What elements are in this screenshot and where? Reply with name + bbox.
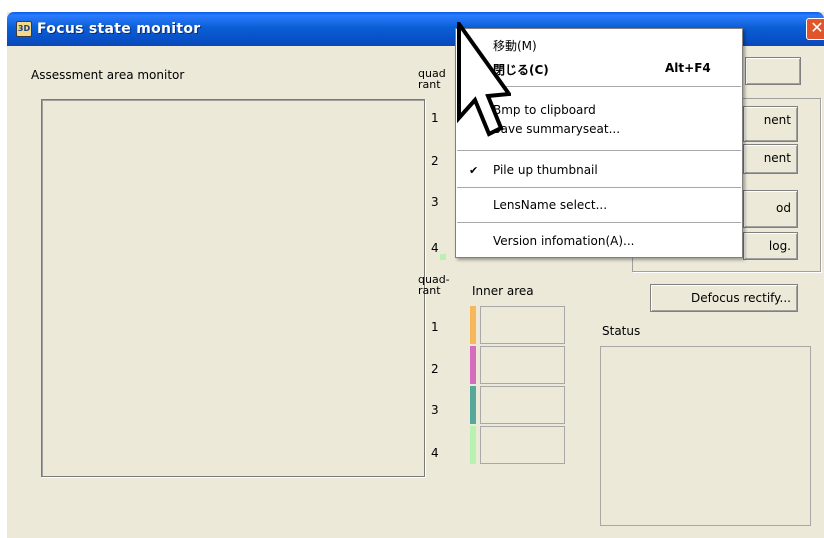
inner-quadrant-label-2: 2 [431,362,439,376]
menu-item-pile-up-thumbnail-label: Pile up thumbnail [493,163,598,177]
menu-item-lensname-select[interactable]: LensName select... [457,193,741,217]
quadrant-header-inner: quad- rant [418,273,450,297]
log-button-label: log. [768,239,791,253]
arrow-cursor-icon [457,22,511,137]
inner-area-box-3 [480,386,565,424]
defocus-rectify-button-label: Defocus rectify... [691,291,791,305]
close-icon[interactable]: ✕ [806,18,824,40]
defocus-rectify-button[interactable]: Defocus rectify... [650,284,798,312]
quadrant-label-4: 4 [431,241,439,255]
menu-item-lensname-select-label: LensName select... [493,198,608,212]
quadrant-label-2: 2 [431,154,439,168]
log-button[interactable]: log. [743,232,798,260]
inner-area-box-2 [480,346,565,384]
inner-quadrant-label-3: 3 [431,403,439,417]
menu-item-save-summary-label: Save summaryseat... [493,122,621,136]
assessment-button-1[interactable]: nent [743,106,798,142]
quadrant-header-top: quad rant [418,67,446,91]
status-label: Status [602,324,641,338]
menu-item-version-info[interactable]: Version infomation(A)... [457,229,741,253]
quadrant-label-3: 3 [431,195,439,209]
menu-separator [457,187,741,188]
quadrant-4-color-bar [470,426,476,464]
assessment-button-1-label: nent [763,113,791,127]
inner-quadrant-label-1: 1 [431,320,439,334]
menu-item-pile-up-thumbnail[interactable]: ✔ Pile up thumbnail [457,158,741,182]
assessment-area-label: Assessment area monitor [31,68,185,82]
menu-item-close-shortcut: Alt+F4 [665,61,711,75]
quadrant-4-color-bar-top [440,254,446,260]
inner-area-box-4 [480,426,565,464]
menu-separator [457,222,741,223]
app-icon: 3D [16,21,32,37]
assessment-area-monitor [41,99,425,477]
assessment-button-2[interactable]: nent [743,144,798,174]
method-button-label: od [776,201,791,215]
inner-area-box-1 [480,306,565,344]
inner-quadrant-label-4: 4 [431,446,439,460]
checkmark-icon: ✔ [469,164,479,177]
method-button[interactable]: od [743,190,798,228]
status-box [600,346,811,526]
quadrant-1-color-bar [470,306,476,344]
assessment-button-2-label: nent [763,151,791,165]
inner-area-label: Inner area [472,284,534,298]
window-title: Focus state monitor [37,21,201,37]
menu-separator [457,150,741,151]
top-right-button[interactable] [745,57,801,85]
quadrant-3-color-bar [470,386,476,424]
menu-item-version-info-label: Version infomation(A)... [493,234,635,248]
quadrant-2-color-bar [470,346,476,384]
quadrant-label-1: 1 [431,111,439,125]
